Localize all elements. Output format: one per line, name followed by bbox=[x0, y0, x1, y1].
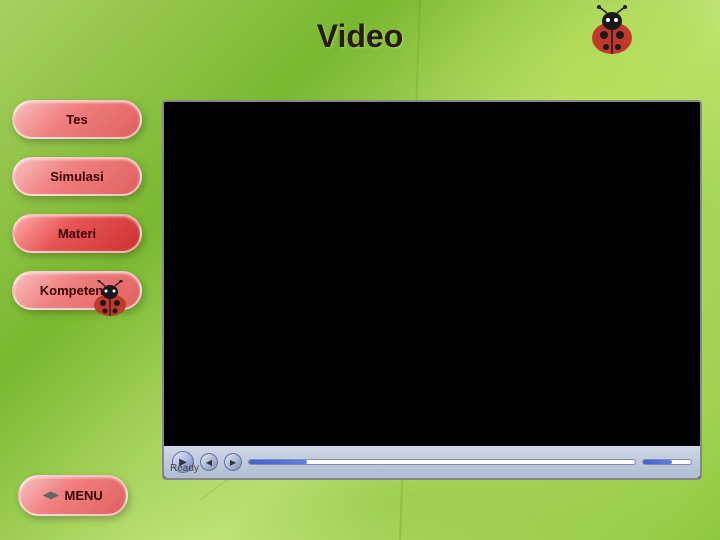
player-status: Ready bbox=[170, 463, 199, 474]
video-player: ▶ ◀ ▶ bbox=[162, 100, 702, 480]
menu-button[interactable]: ◀▶ MENU bbox=[18, 475, 128, 516]
next-button[interactable]: ▶ bbox=[224, 453, 242, 471]
progress-bar[interactable] bbox=[248, 459, 636, 465]
next-icon: ▶ bbox=[230, 458, 236, 467]
volume-fill bbox=[643, 460, 672, 464]
ladybug-top-decoration bbox=[585, 5, 640, 55]
nav-tes-button[interactable]: Tes bbox=[12, 100, 142, 139]
nav-materi-button[interactable]: Materi bbox=[12, 214, 142, 253]
menu-label: MENU bbox=[65, 488, 103, 503]
progress-fill bbox=[249, 460, 307, 464]
player-controls-bar: ▶ ◀ ▶ bbox=[164, 446, 700, 478]
prev-button[interactable]: ◀ bbox=[200, 453, 218, 471]
ladybug-side-decoration bbox=[90, 280, 130, 316]
sidebar: Tes Simulasi Materi Kompetensi bbox=[12, 100, 142, 310]
prev-icon: ◀ bbox=[206, 458, 212, 467]
volume-slider[interactable] bbox=[642, 459, 692, 465]
nav-simulasi-button[interactable]: Simulasi bbox=[12, 157, 142, 196]
video-screen[interactable] bbox=[164, 102, 700, 446]
menu-arrows-icon: ◀▶ bbox=[43, 490, 58, 501]
